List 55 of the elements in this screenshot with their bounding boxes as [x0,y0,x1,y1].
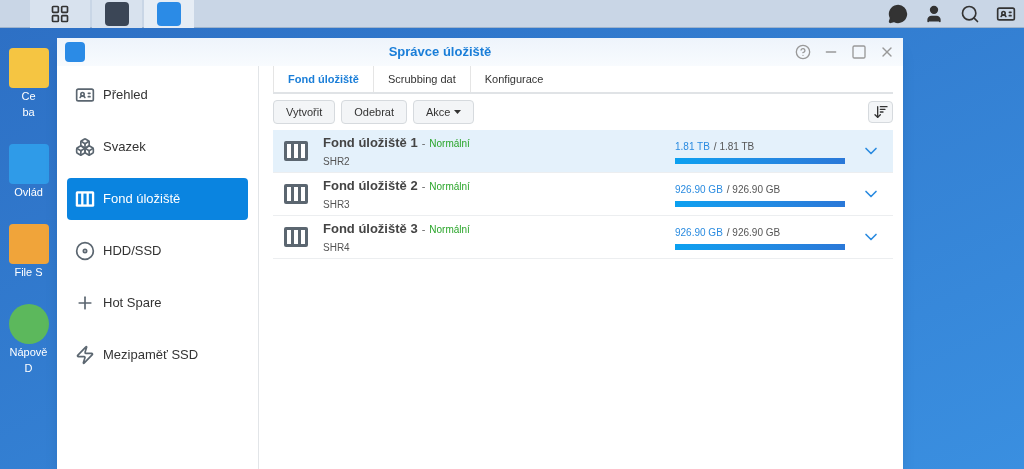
desktop-icon-label: D [24,361,33,376]
sidebar-item[interactable]: Hot Spare [67,282,248,324]
sort-button[interactable] [868,101,893,123]
separator-dash: - [421,135,426,151]
raid-type: SHR2 [323,155,351,170]
total-capacity: / 926.90 GB [726,182,781,197]
toolbar-button[interactable]: Odebrat [341,100,407,124]
pool-name: Fond úložiště 2 [323,176,418,195]
sidebar-item[interactable]: Fond úložiště [67,178,248,220]
lightning-icon [75,345,95,365]
grid-icon [50,3,70,24]
sidebar-item[interactable]: Mezipaměť SSD [67,334,248,376]
tab[interactable]: Konfigurace [469,66,558,92]
sidebar-item[interactable]: Přehled [67,74,248,116]
id-card-icon [75,85,95,105]
toolbar-button[interactable]: Vytvořit [273,100,336,124]
desktop-icon-label: Nápově [9,345,48,360]
toolbar-button[interactable]: Akce [413,100,475,124]
chat-icon[interactable] [888,3,908,24]
total-capacity: / 926.90 GB [726,225,781,240]
drive-bays-icon [283,183,309,205]
status-label: Normální [429,136,470,151]
tab[interactable]: Fond úložiště [273,66,373,92]
raid-type: SHR3 [323,198,351,213]
search-icon[interactable] [960,3,980,24]
used-capacity: 926.90 GB [675,182,723,197]
desktop-icon-label: ba [22,105,35,120]
status-label: Normální [429,179,470,194]
user-icon[interactable] [924,3,944,24]
window-title: Správce úložiště [387,43,493,62]
separator-dash: - [421,178,426,194]
maximize-icon[interactable] [851,44,867,60]
sidebar-item[interactable]: HDD/SSD [67,230,248,272]
used-capacity: 926.90 GB [675,225,723,240]
drive-bays-icon [283,226,309,248]
separator-dash: - [421,221,426,237]
raid-type: SHR4 [323,241,351,256]
cubes-icon [75,137,95,157]
used-capacity: 1.81 TB [675,139,710,154]
status-label: Normální [429,222,470,237]
total-capacity: / 1.81 TB [713,139,755,154]
pool-name: Fond úložiště 3 [323,219,418,238]
tab[interactable]: Scrubbing dat [372,66,470,92]
sidebar-item[interactable]: Svazek [67,126,248,168]
desktop-icon-label: Ce [21,89,36,104]
taskbar-app-button[interactable] [92,0,142,28]
drive-bays-icon [283,140,309,162]
drive-bays-icon [75,190,95,208]
sort-icon [872,104,889,120]
desktop-icon-label: Ovlád [14,185,43,200]
pool-name: Fond úložiště 1 [323,133,418,152]
disk-icon [75,241,95,261]
taskbar-app-button[interactable] [30,0,90,28]
storage-pool-row[interactable]: Fond úložiště 1 - Normální SHR2 1.81 TB / 1.81 TB [273,130,893,173]
desktop-icon-label: File S [14,265,43,280]
